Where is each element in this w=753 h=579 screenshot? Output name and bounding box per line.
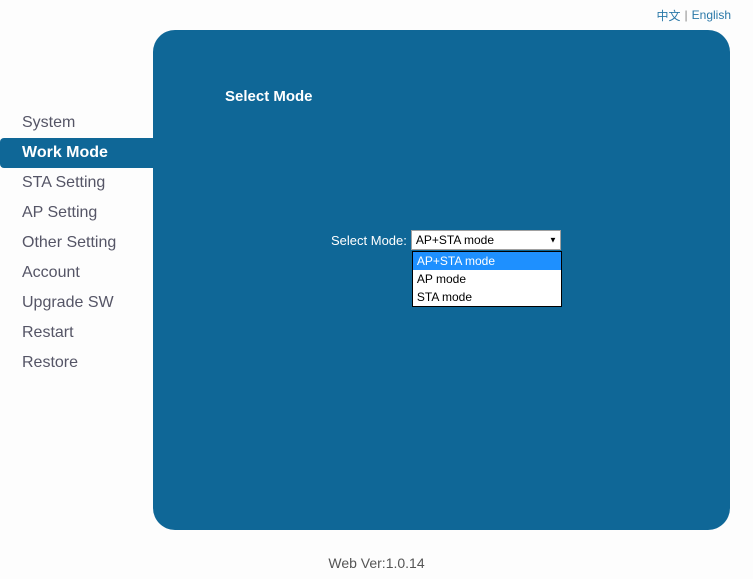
sidebar-item-sta-setting[interactable]: STA Setting — [0, 168, 153, 198]
select-mode-options: AP+STA modeAP modeSTA mode — [412, 251, 562, 307]
chevron-down-icon: ▼ — [549, 236, 557, 245]
top-bar: 中文 | English — [0, 0, 753, 30]
lang-separator: | — [685, 8, 688, 22]
dropdown-option[interactable]: AP mode — [413, 270, 561, 288]
lang-alt-link[interactable]: 中文 — [657, 7, 681, 24]
sidebar-item-ap-setting[interactable]: AP Setting — [0, 198, 153, 228]
panel-title: Select Mode — [225, 88, 313, 105]
select-mode-dropdown[interactable]: AP+STA mode ▼ AP+STA modeAP modeSTA mode — [411, 230, 561, 250]
select-mode-label: Select Mode: — [331, 233, 407, 248]
sidebar-item-work-mode[interactable]: Work Mode — [0, 138, 160, 168]
sidebar-item-other-setting[interactable]: Other Setting — [0, 228, 153, 258]
sidebar-item-account[interactable]: Account — [0, 258, 153, 288]
sidebar-item-upgrade-sw[interactable]: Upgrade SW — [0, 288, 153, 318]
footer-version: Web Ver:1.0.14 — [0, 555, 753, 571]
sidebar-item-system[interactable]: System — [0, 108, 153, 138]
sidebar-item-restart[interactable]: Restart — [0, 318, 153, 348]
sidebar-item-restore[interactable]: Restore — [0, 348, 153, 378]
main-panel: Select Mode Select Mode: AP+STA mode ▼ A… — [153, 30, 730, 530]
lang-english-link[interactable]: English — [692, 8, 731, 22]
select-mode-value: AP+STA mode — [416, 233, 494, 247]
dropdown-option[interactable]: STA mode — [413, 288, 561, 306]
dropdown-option[interactable]: AP+STA mode — [413, 252, 561, 270]
sidebar: SystemWork ModeSTA SettingAP SettingOthe… — [0, 108, 153, 378]
